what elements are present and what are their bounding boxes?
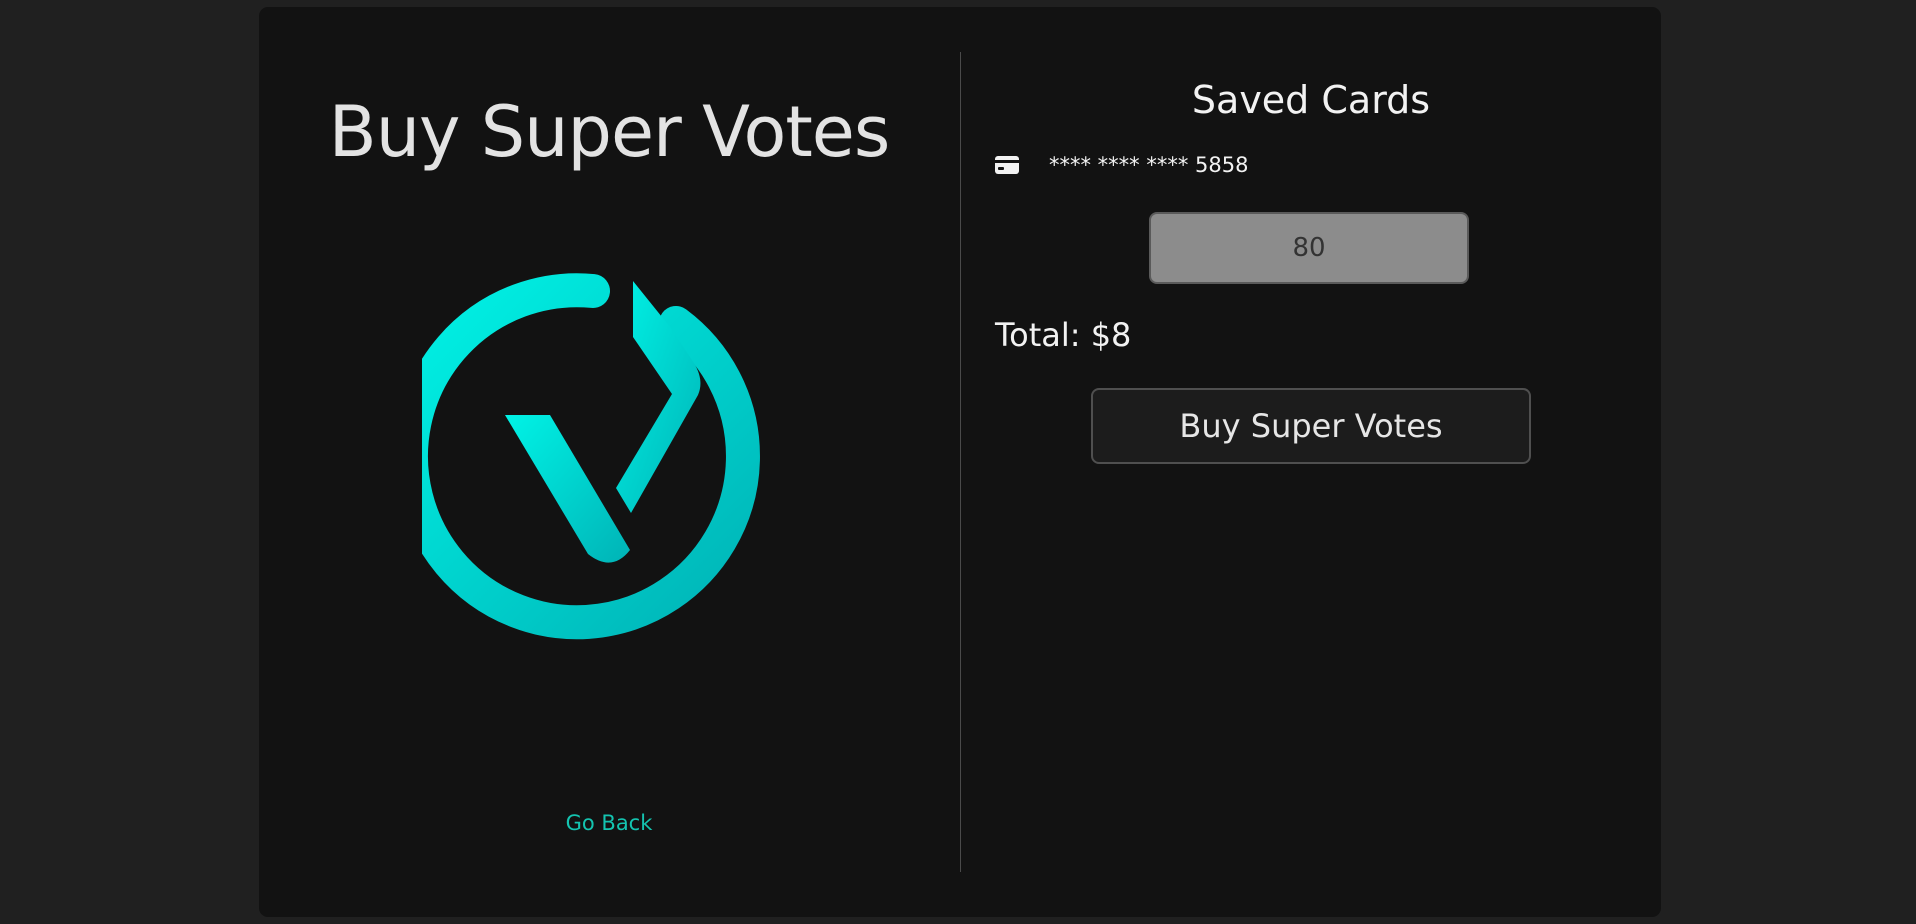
super-votes-quantity-input[interactable] bbox=[1149, 212, 1469, 284]
card-number: **** **** **** 5858 bbox=[1049, 153, 1249, 177]
go-back-link[interactable]: Go Back bbox=[259, 811, 959, 835]
page-title: Buy Super Votes bbox=[328, 91, 891, 173]
credit-card-icon bbox=[995, 156, 1019, 174]
purchase-panel: Buy Super Votes Go Back Saved Cards ****… bbox=[259, 7, 1661, 917]
buy-super-votes-button[interactable]: Buy Super Votes bbox=[1091, 388, 1531, 464]
column-divider bbox=[960, 52, 961, 872]
total-price: Total: $8 bbox=[995, 316, 1132, 354]
super-votes-logo-icon bbox=[422, 273, 760, 640]
saved-card-item[interactable]: **** **** **** 5858 bbox=[995, 153, 1248, 177]
saved-cards-heading: Saved Cards bbox=[1191, 78, 1431, 122]
